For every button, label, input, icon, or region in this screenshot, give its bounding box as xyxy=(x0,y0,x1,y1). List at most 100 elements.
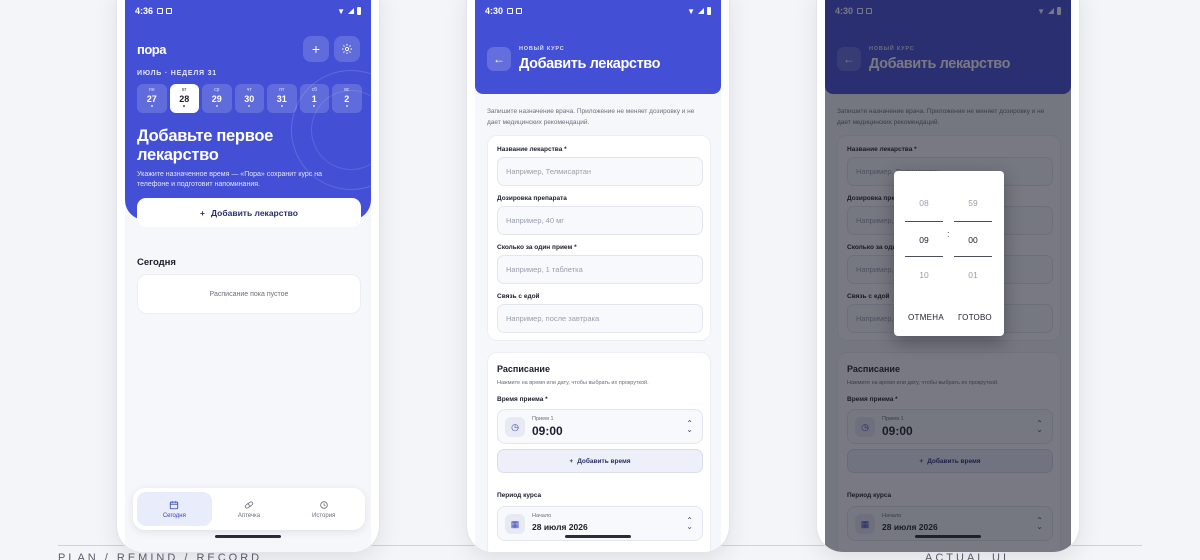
home-indicator xyxy=(565,535,631,538)
shield-icon xyxy=(157,8,164,14)
tab-label: История xyxy=(312,512,336,519)
day-chip[interactable]: вт 28 xyxy=(169,84,199,113)
day-chip[interactable]: сб 1 xyxy=(299,84,329,113)
dosage-input[interactable]: Например, 40 мг xyxy=(497,206,703,235)
minute-wheel[interactable]: 59 00 01 xyxy=(954,185,992,293)
add-medicine-button[interactable]: + Добавить лекарство xyxy=(137,198,361,227)
placeholder: Например, 1 таблетка xyxy=(506,265,583,274)
phone-add-form: 4:30 ▼ ← НОВЫЙ КУРС Добавить лекарство З… xyxy=(467,0,729,552)
add-button[interactable]: + xyxy=(303,36,329,62)
wifi-icon: ▼ xyxy=(687,6,695,16)
food-relation-input[interactable]: Например, после завтрака xyxy=(497,304,703,333)
day-date: 31 xyxy=(276,94,287,104)
battery-icon xyxy=(707,7,711,15)
add-time-button[interactable]: + Добавить время xyxy=(497,449,703,473)
field-label: Связь с едой xyxy=(497,293,540,300)
per-dose-input[interactable]: Например, 1 таблетка xyxy=(497,255,703,284)
back-button[interactable]: ← xyxy=(487,47,511,71)
day-dot xyxy=(183,105,186,107)
cancel-button[interactable]: ОТМЕНА xyxy=(908,313,944,322)
field-label: Сколько за один прием * xyxy=(497,244,577,251)
status-bar: 4:30 ▼ xyxy=(475,0,721,22)
minute-option[interactable]: 01 xyxy=(954,257,992,293)
day-dot xyxy=(313,105,316,107)
medicine-details-card: Название лекарства * Например, Телмисарт… xyxy=(487,135,711,341)
done-button[interactable]: ГОТОВО xyxy=(958,313,992,322)
day-date: 30 xyxy=(244,94,255,104)
time-label: Время приема * xyxy=(497,396,548,403)
add-medicine-screen: 4:30 ▼ ← НОВЫЙ КУРС Добавить лекарство З… xyxy=(475,0,721,552)
tab-label: Аптечка xyxy=(237,512,261,519)
status-time: 4:30 xyxy=(485,6,504,16)
day-chip[interactable]: чт 30 xyxy=(234,84,264,113)
plus-icon: + xyxy=(200,207,206,218)
placeholder: Например, после завтрака xyxy=(506,314,600,323)
plus-icon: + xyxy=(311,41,321,57)
dose-time-value: 09:00 xyxy=(532,424,563,438)
screenshot-icon xyxy=(165,8,172,14)
day-name: вс xyxy=(344,87,350,93)
hour-option[interactable]: 08 xyxy=(905,185,943,221)
today-heading: Сегодня xyxy=(137,257,176,268)
status-time: 4:36 xyxy=(135,6,154,16)
day-dot xyxy=(345,105,348,107)
empty-schedule-text: Расписание пока пустое xyxy=(209,290,289,298)
form-subtitle: НОВЫЙ КУРС xyxy=(519,46,565,52)
day-chip[interactable]: пт 31 xyxy=(267,84,297,113)
hour-option[interactable]: 09 xyxy=(905,221,943,257)
signal-icon xyxy=(698,8,704,14)
status-bar: 4:36 ▼ xyxy=(125,0,371,22)
minute-option[interactable]: 00 xyxy=(954,221,992,257)
day-dot xyxy=(280,105,283,107)
arrow-left-icon: ← xyxy=(493,52,505,66)
footer-caption-left: PLAN / REMIND / RECORD xyxy=(58,552,263,560)
hero-title: Добавьте первое лекарство xyxy=(137,127,273,164)
field-label: Название лекарства * xyxy=(497,146,567,153)
phone-time-picker: 4:30 ▼ ← НОВЫЙ КУРС Добавить лекарство З… xyxy=(817,0,1079,552)
minute-option[interactable]: 59 xyxy=(954,185,992,221)
dose-time-selector[interactable]: ◷ Прием 1 09:00 ⌃⌄ xyxy=(497,409,703,444)
day-name: пт xyxy=(279,87,285,93)
shield-icon xyxy=(507,8,514,14)
calendar-icon xyxy=(170,500,179,509)
battery-icon xyxy=(357,7,361,15)
dose-small-label: Прием 1 xyxy=(532,416,554,422)
schedule-title: Расписание xyxy=(497,364,550,374)
tab-today[interactable]: Сегодня xyxy=(137,492,212,526)
day-chip[interactable]: вс 2 xyxy=(332,84,362,113)
day-name: ср xyxy=(214,87,220,93)
time-picker-dialog: 08 09 10:59 00 01 ОТМЕНА ГОТОВО xyxy=(894,171,1004,336)
day-name: пн xyxy=(149,87,155,93)
form-note: Запишите назначение врача. Приложение не… xyxy=(487,108,695,126)
day-chip[interactable]: пн 27 xyxy=(137,84,167,113)
schedule-card: Расписание Нажмите на время или дату, чт… xyxy=(487,352,711,552)
time-separator: : xyxy=(947,229,950,239)
add-medicine-label: Добавить лекарство xyxy=(211,207,298,218)
medicine-name-input[interactable]: Например, Телмисартан xyxy=(497,157,703,186)
plus-icon: + xyxy=(569,457,574,465)
week-label: ИЮЛЬ · НЕДЕЛЯ 31 xyxy=(137,70,218,77)
day-name: вт xyxy=(181,87,187,93)
day-date: 27 xyxy=(146,94,157,104)
field-label: Дозировка препарата xyxy=(497,195,567,202)
app-logo: пора xyxy=(137,42,166,57)
placeholder: Например, 40 мг xyxy=(506,216,564,225)
chevron-updown-icon: ⌃⌄ xyxy=(686,516,693,531)
footer-caption-right: ACTUAL UI xyxy=(925,552,1010,560)
day-dot xyxy=(150,105,153,107)
hour-wheel[interactable]: 08 09 10 xyxy=(905,185,943,293)
gear-icon xyxy=(342,44,352,54)
start-date-value: 28 июля 2026 xyxy=(532,522,588,532)
hour-option[interactable]: 10 xyxy=(905,257,943,293)
calendar-icon: ▦ xyxy=(505,514,525,534)
day-chip[interactable]: ср 29 xyxy=(202,84,232,113)
day-name: чт xyxy=(246,87,252,93)
wifi-icon: ▼ xyxy=(337,6,345,16)
schedule-hint: Нажмите на время или дату, чтобы выбрать… xyxy=(497,380,649,386)
settings-button[interactable] xyxy=(334,36,360,62)
empty-schedule-card: Расписание пока пустое xyxy=(137,274,361,314)
tab-medicine-cabinet[interactable]: Аптечка xyxy=(212,492,287,526)
signal-icon xyxy=(348,8,354,14)
day-date: 28 xyxy=(179,94,190,104)
tab-history[interactable]: История xyxy=(286,492,361,526)
